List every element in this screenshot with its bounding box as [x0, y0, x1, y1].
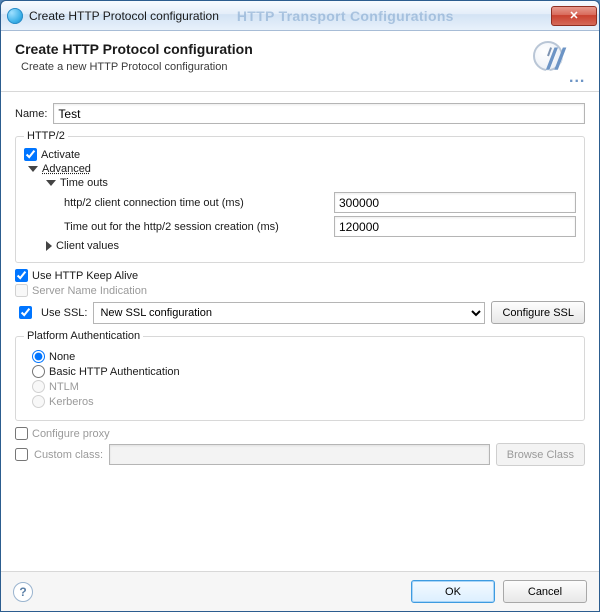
header-subtitle: Create a new HTTP Protocol configuration [21, 61, 529, 73]
activate-row: Activate [24, 148, 576, 161]
sni-label: Server Name Indication [32, 285, 147, 297]
auth-none-row: None [32, 350, 572, 363]
configure-ssl-button[interactable]: Configure SSL [491, 301, 585, 324]
proxy-row: Configure proxy [15, 427, 585, 440]
close-icon: ✕ [569, 9, 578, 22]
chevron-down-icon [46, 180, 56, 186]
background-window-title: HTTP Transport Configurations [237, 8, 454, 24]
proxy-checkbox[interactable] [15, 427, 28, 440]
titlebar[interactable]: Create HTTP Protocol configuration HTTP … [1, 1, 599, 31]
conn-timeout-label: http/2 client connection time out (ms) [64, 197, 334, 209]
close-button[interactable]: ✕ [551, 6, 597, 26]
chevron-down-icon [28, 166, 38, 172]
ok-button[interactable]: OK [411, 580, 495, 603]
conn-timeout-row: http/2 client connection time out (ms) [64, 192, 576, 213]
dialog-header: Create HTTP Protocol configuration Creat… [1, 31, 599, 92]
auth-group: Platform Authentication None Basic HTTP … [15, 330, 585, 421]
timeouts-label: Time outs [60, 177, 108, 189]
advanced-expander[interactable]: Advanced [28, 163, 576, 175]
use-ssl-checkbox[interactable] [19, 306, 32, 319]
keepalive-row: Use HTTP Keep Alive [15, 269, 585, 282]
sni-checkbox [15, 284, 28, 297]
timeouts-expander[interactable]: Time outs [46, 177, 576, 189]
custom-class-input [109, 444, 490, 465]
auth-ntlm-radio [32, 380, 45, 393]
auth-none-radio[interactable] [32, 350, 45, 363]
keepalive-label: Use HTTP Keep Alive [32, 270, 138, 282]
auth-legend: Platform Authentication [24, 330, 143, 342]
http2-group: HTTP/2 Activate Advanced Time outs http/… [15, 130, 585, 263]
auth-basic-row: Basic HTTP Authentication [32, 365, 572, 378]
client-values-expander[interactable]: Client values [46, 240, 576, 252]
auth-basic-radio[interactable] [32, 365, 45, 378]
sess-timeout-row: Time out for the http/2 session creation… [64, 216, 576, 237]
custom-class-checkbox[interactable] [15, 448, 28, 461]
use-ssl-label: Use SSL: [41, 307, 87, 319]
auth-ntlm-row: NTLM [32, 380, 572, 393]
help-button[interactable]: ? [13, 582, 33, 602]
dialog-window: Create HTTP Protocol configuration HTTP … [0, 0, 600, 612]
sess-timeout-input[interactable] [334, 216, 576, 237]
name-row: Name: [15, 103, 585, 124]
timeouts-panel: http/2 client connection time out (ms) T… [64, 192, 576, 237]
help-icon: ? [19, 585, 26, 599]
auth-kerberos-label: Kerberos [49, 396, 94, 408]
app-icon [7, 8, 23, 24]
name-label: Name: [15, 108, 47, 120]
conn-timeout-input[interactable] [334, 192, 576, 213]
keepalive-checkbox[interactable] [15, 269, 28, 282]
header-title: Create HTTP Protocol configuration [15, 41, 529, 57]
auth-ntlm-label: NTLM [49, 381, 79, 393]
ssl-row: Use SSL: New SSL configuration Configure… [15, 301, 585, 324]
sess-timeout-label: Time out for the http/2 session creation… [64, 221, 334, 233]
cancel-button[interactable]: Cancel [503, 580, 587, 603]
dialog-footer: ? OK Cancel [1, 571, 599, 611]
activate-checkbox[interactable] [24, 148, 37, 161]
auth-kerberos-row: Kerberos [32, 395, 572, 408]
auth-basic-label: Basic HTTP Authentication [49, 366, 180, 378]
name-input[interactable] [53, 103, 585, 124]
auth-kerberos-radio [32, 395, 45, 408]
chevron-right-icon [46, 241, 52, 251]
client-values-label: Client values [56, 240, 119, 252]
custom-class-row: Custom class: Browse Class [15, 443, 585, 466]
proxy-label: Configure proxy [32, 428, 110, 440]
window-title: Create HTTP Protocol configuration [29, 9, 219, 23]
browse-class-button: Browse Class [496, 443, 585, 466]
http2-legend: HTTP/2 [24, 130, 68, 142]
advanced-label: Advanced [42, 163, 91, 175]
dialog-content: Name: HTTP/2 Activate Advanced Time outs… [1, 92, 599, 571]
activate-label: Activate [41, 149, 80, 161]
ssl-config-select[interactable]: New SSL configuration [93, 302, 485, 324]
auth-none-label: None [49, 351, 75, 363]
custom-class-label: Custom class: [34, 449, 103, 461]
header-decoration-icon: // ... [529, 41, 585, 81]
sni-row: Server Name Indication [15, 284, 585, 297]
